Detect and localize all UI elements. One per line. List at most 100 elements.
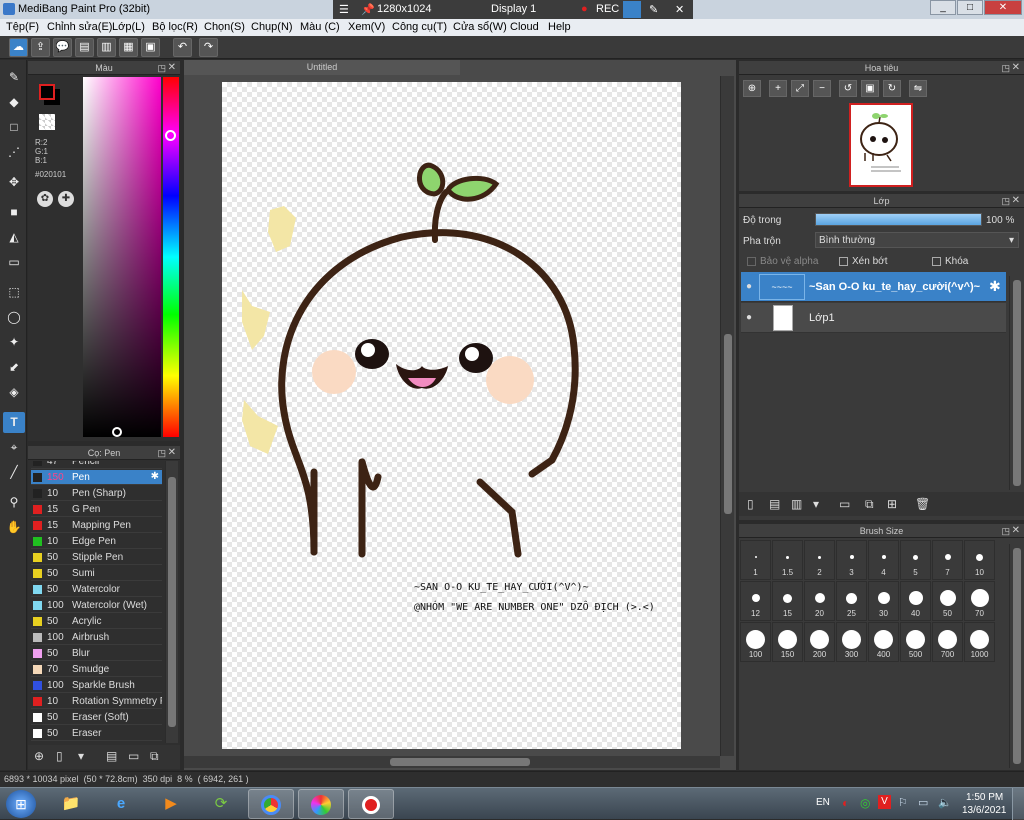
menu-edit[interactable]: Chỉnh sửa(E) [47, 21, 112, 33]
opacity-slider[interactable] [815, 213, 982, 226]
rotate-right-icon[interactable]: ↻ [883, 80, 901, 97]
monitor-tray-icon[interactable]: ▭ [918, 796, 928, 809]
clipping-checkbox[interactable]: Xén bớt [839, 256, 887, 267]
canvas-hscroll-thumb[interactable] [390, 758, 530, 766]
menu-file[interactable]: Tệp(F) [6, 21, 39, 33]
explorer-icon[interactable]: 📁 [48, 789, 94, 819]
pencil-icon[interactable]: ✎ [649, 3, 658, 16]
green-tray-icon[interactable]: ◎ [860, 796, 870, 810]
gradient-tool-icon[interactable]: ▭ [3, 252, 25, 273]
show-desktop-button[interactable] [1012, 788, 1024, 820]
sv-cursor[interactable] [112, 427, 122, 437]
brush-size-cell[interactable]: 1 [740, 540, 771, 580]
menu-select[interactable]: Chọn(S) [204, 21, 245, 33]
start-button[interactable]: ⊞ [6, 790, 36, 818]
visibility-icon[interactable]: ● [746, 312, 752, 323]
clock-date[interactable]: 13/6/2021 [962, 805, 1007, 816]
brush-size-cell[interactable]: 300 [836, 622, 867, 662]
brush-item[interactable]: 50 Watercolor [31, 582, 162, 597]
minimize-button[interactable]: _ [930, 0, 956, 15]
screen-icon[interactable] [623, 1, 641, 18]
add-layer-menu-icon[interactable]: ▾ [813, 497, 819, 511]
comment-icon[interactable]: 💬 [53, 38, 72, 57]
layer-scroll-thumb[interactable] [1013, 280, 1021, 486]
new-layer-icon[interactable]: ▯ [747, 497, 754, 511]
hue-cursor[interactable] [165, 130, 176, 141]
brush-tool-icon[interactable]: ✎ [3, 67, 25, 88]
network-tray-icon[interactable]: ⚐ [898, 796, 908, 809]
brush-size-cell[interactable]: 700 [932, 622, 963, 662]
brush-item[interactable]: 50 Sumi [31, 566, 162, 581]
brush-item[interactable]: 47 Pencil [31, 461, 162, 469]
brush-size-cell[interactable]: 30 [868, 581, 899, 621]
visibility-icon[interactable]: ● [746, 281, 752, 292]
brush-size-cell[interactable]: 1000 [964, 622, 995, 662]
brush-item[interactable]: 100 Sparkle Brush [31, 678, 162, 693]
brush-size-scrollbar[interactable] [1009, 544, 1023, 768]
display-label[interactable]: Display 1 [491, 3, 536, 15]
brush-size-cell[interactable]: 5 [900, 540, 931, 580]
brush-copy-icon[interactable]: ▤ [106, 749, 117, 763]
brush-size-cell[interactable]: 500 [900, 622, 931, 662]
canvas-hscroll[interactable] [184, 756, 720, 768]
lock-checkbox[interactable]: Khóa [932, 256, 968, 267]
dock-icon[interactable]: ◳ [157, 61, 166, 75]
flip-icon[interactable]: ⇋ [909, 80, 927, 97]
brush-options-icon[interactable]: ▾ [78, 749, 84, 763]
zoom-out-icon[interactable]: − [813, 80, 831, 97]
app-icon-green[interactable]: ⟳ [198, 789, 244, 819]
page-icon[interactable]: ▥ [97, 38, 116, 57]
select-tool-icon[interactable]: ⬚ [3, 282, 25, 303]
new-mono-layer-icon[interactable]: ▥ [791, 497, 802, 511]
chrome-icon[interactable] [248, 789, 294, 819]
foreground-color[interactable] [39, 84, 55, 100]
brush-folder-icon[interactable]: ▭ [128, 749, 139, 763]
transparent-color[interactable] [39, 114, 55, 130]
brush-size-cell[interactable]: 1.5 [772, 540, 803, 580]
palette-icon[interactable]: ✿ [37, 191, 53, 207]
new-halftone-layer-icon[interactable]: ▤ [769, 497, 780, 511]
volume-tray-icon[interactable]: 🔈 [938, 796, 952, 809]
lasso-tool-icon[interactable]: ◯ [3, 307, 25, 328]
brush-size-cell[interactable]: 7 [932, 540, 963, 580]
fill-rect-tool-icon[interactable]: ■ [3, 202, 25, 223]
close-icon[interactable]: ✕ [1012, 194, 1020, 208]
brush-item[interactable]: 15 G Pen [31, 502, 162, 517]
menu-view[interactable]: Xem(V) [348, 21, 385, 33]
brush-size-cell[interactable]: 25 [836, 581, 867, 621]
brush-size-cell[interactable]: 15 [772, 581, 803, 621]
brush-size-scroll-thumb[interactable] [1013, 548, 1021, 764]
bucket-tool-icon[interactable]: ◭ [3, 227, 25, 248]
reset-view-icon[interactable]: ▣ [861, 80, 879, 97]
menu-layer[interactable]: Lớp(L) [112, 21, 145, 33]
brush-size-cell[interactable]: 2 [804, 540, 835, 580]
brush-size-cell[interactable]: 10 [964, 540, 995, 580]
zoom-in-icon[interactable]: + [769, 80, 787, 97]
brush-size-cell[interactable]: 70 [964, 581, 995, 621]
brush-item[interactable]: 10 Rotation Symmetry Pen [31, 694, 162, 709]
brush-item[interactable]: 10 Pen (Sharp) [31, 486, 162, 501]
brush-scroll-thumb[interactable] [168, 477, 176, 727]
protect-alpha-checkbox[interactable]: Bảo vệ alpha [747, 256, 818, 267]
brush-item[interactable]: 15 Mapping Pen [31, 518, 162, 533]
media-player-icon[interactable]: ▶ [148, 789, 194, 819]
v-tray-icon[interactable]: V [878, 795, 891, 809]
menu-tools[interactable]: Công cụ(T) [392, 21, 447, 33]
duplicate-layer-icon[interactable]: ⧉ [865, 497, 874, 512]
brush-size-cell[interactable]: 400 [868, 622, 899, 662]
brush-size-cell[interactable]: 3 [836, 540, 867, 580]
undo-icon[interactable]: ↶ [173, 38, 192, 57]
dock-icon[interactable]: ◳ [1001, 524, 1010, 538]
gear-icon[interactable]: ✱ [151, 471, 159, 482]
brush-item[interactable]: 100 Watercolor (Wet) [31, 598, 162, 613]
brush-item[interactable]: 100 Airbrush [31, 630, 162, 645]
close-icon[interactable]: ✕ [168, 446, 176, 460]
ie-icon[interactable]: e [98, 789, 144, 819]
delete-layer-icon[interactable]: 🗑 [915, 497, 930, 511]
magic-wand-tool-icon[interactable]: ✦ [3, 332, 25, 353]
brush-item[interactable]: 50 Eraser (Soft) [31, 710, 162, 725]
maximize-button[interactable]: □ [957, 0, 983, 15]
select-eraser-tool-icon[interactable]: ◈ [3, 382, 25, 403]
pages-icon[interactable]: ▦ [119, 38, 138, 57]
canvas-vscroll-thumb[interactable] [724, 334, 732, 514]
